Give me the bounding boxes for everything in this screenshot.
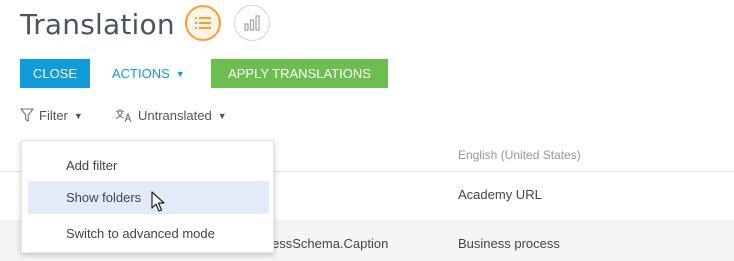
analytics-view-button[interactable] (234, 5, 270, 41)
filter-dropdown[interactable]: Filter ▼ (20, 108, 83, 123)
row-value: Academy URL (458, 187, 542, 202)
actions-button[interactable]: ACTIONS ▼ (102, 59, 200, 88)
caret-down-icon: ▼ (73, 110, 83, 121)
list-icon (195, 17, 211, 29)
filter-label: Filter (39, 108, 68, 123)
close-button[interactable]: CLOSE (20, 59, 90, 88)
filter-menu: Add filter Show folders Switch to advanc… (21, 140, 274, 253)
untranslated-dropdown[interactable]: Untranslated ▼ (115, 108, 227, 123)
actions-label: ACTIONS (112, 66, 170, 81)
mouse-pointer-icon (151, 191, 165, 212)
funnel-icon (20, 108, 34, 122)
apply-translations-button[interactable]: APPLY TRANSLATIONS (211, 59, 388, 88)
column-header-english[interactable]: English (United States) (458, 148, 581, 162)
untranslated-label: Untranslated (138, 108, 212, 123)
menu-item-add-filter[interactable]: Add filter (28, 149, 269, 182)
row-key: essSchema.Caption (272, 236, 389, 251)
page-title: Translation (20, 8, 175, 41)
menu-item-advanced-mode[interactable]: Switch to advanced mode (28, 217, 269, 250)
caret-down-icon: ▼ (175, 69, 185, 80)
bar-chart-icon (244, 15, 260, 31)
row-value: Business process (458, 236, 560, 251)
menu-item-show-folders[interactable]: Show folders (28, 181, 269, 214)
list-view-button[interactable] (185, 5, 221, 41)
caret-down-icon: ▼ (217, 110, 227, 121)
translate-icon (115, 109, 132, 123)
